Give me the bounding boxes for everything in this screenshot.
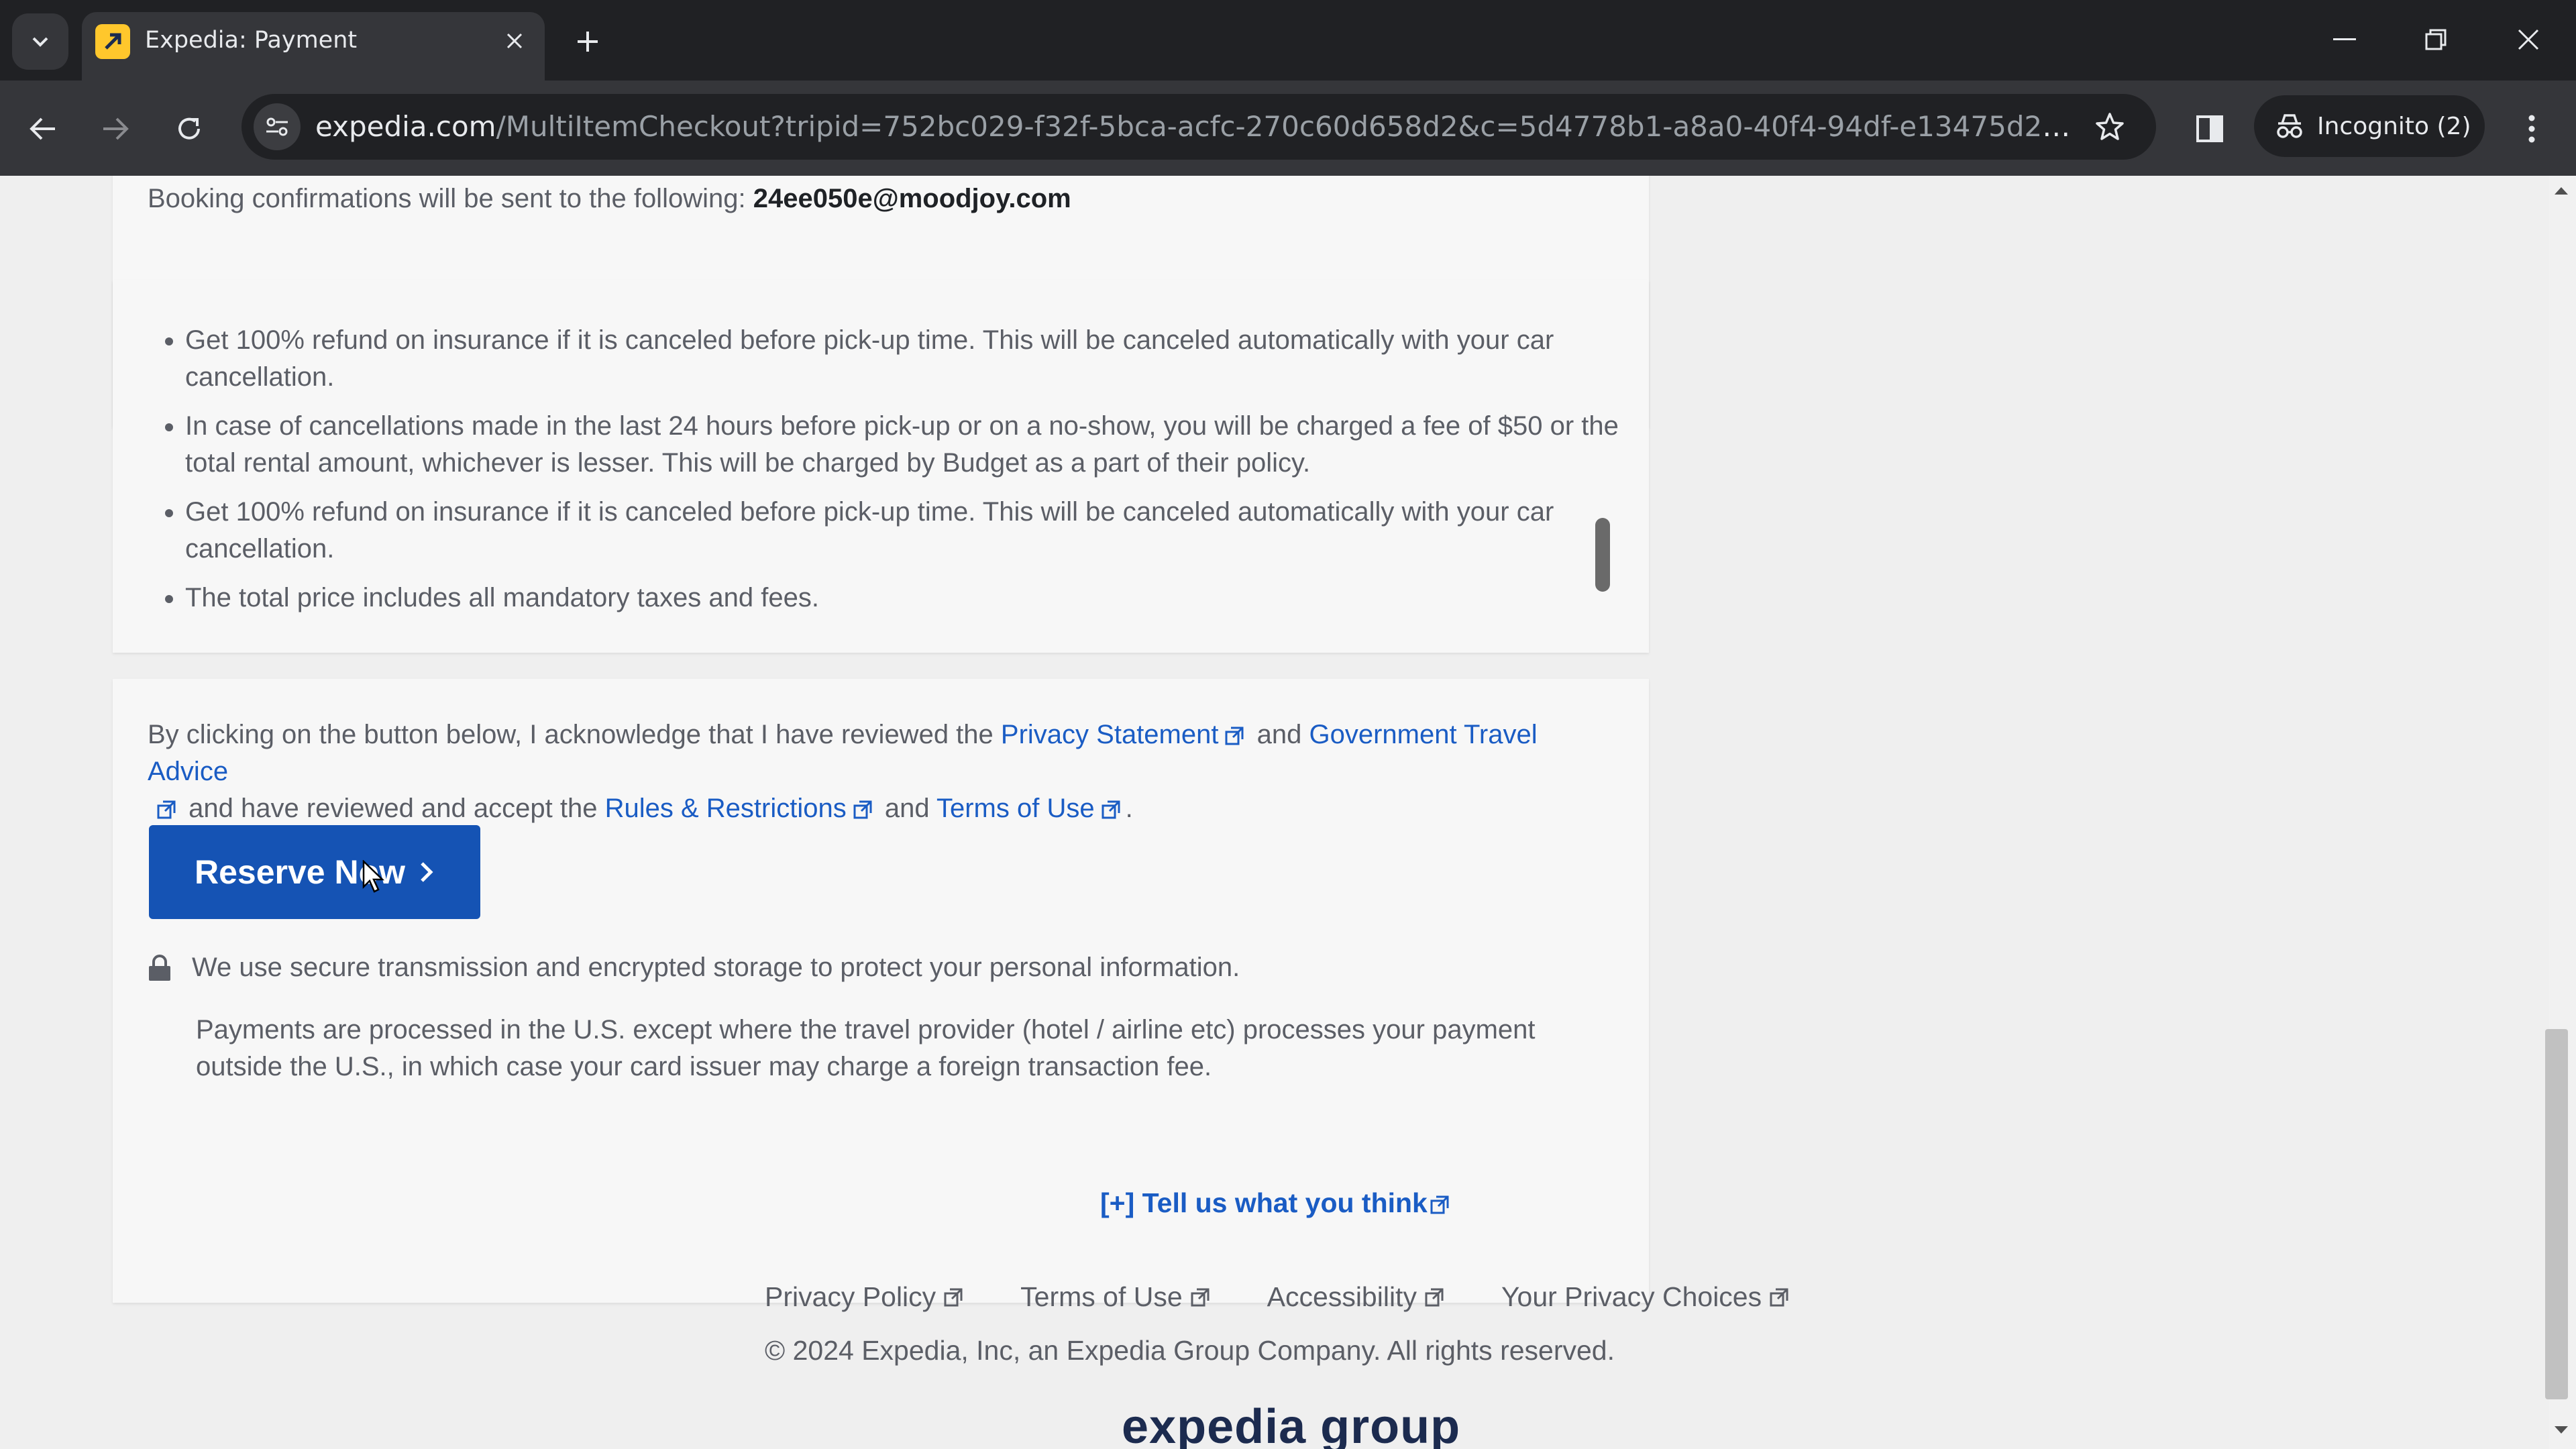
policy-item: The total price includes all mandatory t…	[185, 580, 1627, 616]
external-link-icon	[157, 800, 176, 819]
external-link-icon	[1225, 727, 1244, 745]
external-link-icon	[1102, 800, 1120, 819]
incognito-icon	[2277, 114, 2302, 138]
footer-link-label: Terms of Use	[1020, 1281, 1183, 1312]
terms-of-use-link[interactable]: Terms of Use	[936, 794, 1095, 823]
lock-icon	[149, 954, 170, 981]
bookmark-star-icon[interactable]	[2086, 103, 2133, 150]
site-settings-icon[interactable]	[254, 103, 301, 150]
footer-privacy-policy-link[interactable]: Privacy Policy	[765, 1281, 963, 1313]
footer-privacy-choices-link[interactable]: Your Privacy Choices	[1501, 1281, 1788, 1313]
privacy-statement-link[interactable]: Privacy Statement	[1001, 720, 1219, 749]
incognito-label: Incognito (2)	[2317, 112, 2471, 140]
expedia-group-logo: expedia group	[1122, 1400, 1461, 1449]
tab-search-button[interactable]	[12, 13, 68, 70]
expedia-favicon-icon	[95, 24, 130, 59]
external-link-icon	[944, 1288, 963, 1306]
new-tab-plus-icon[interactable]	[569, 23, 606, 60]
reload-icon[interactable]	[165, 105, 213, 153]
footer-links: Privacy Policy Terms of Use Accessibilit…	[765, 1281, 1788, 1313]
tab-close-icon[interactable]	[499, 25, 530, 56]
secure-text: We use secure transmission and encrypted…	[192, 953, 1240, 982]
footer-link-label: Accessibility	[1267, 1281, 1417, 1312]
external-link-icon	[1191, 1288, 1210, 1306]
scroll-up-arrow-icon[interactable]	[2553, 185, 2569, 196]
incognito-profile-button[interactable]: Incognito (2)	[2254, 95, 2485, 157]
rules-restrictions-link[interactable]: Rules & Restrictions	[605, 794, 847, 823]
tab-title: Expedia: Payment	[145, 27, 358, 54]
footer-link-label: Privacy Policy	[765, 1281, 936, 1312]
policy-scrollbar-thumb[interactable]	[1595, 518, 1610, 592]
back-arrow-icon[interactable]	[19, 105, 67, 153]
chevron-right-icon	[421, 862, 433, 882]
copyright-text: © 2024 Expedia, Inc, an Expedia Group Co…	[765, 1335, 1615, 1366]
footer-accessibility-link[interactable]: Accessibility	[1267, 1281, 1444, 1313]
external-link-icon	[1770, 1288, 1788, 1306]
legal-acknowledgement: By clicking on the button below, I ackno…	[148, 716, 1610, 827]
legal-prefix: By clicking on the button below, I ackno…	[148, 720, 994, 749]
close-window-icon[interactable]	[2505, 16, 2552, 63]
side-panel-icon[interactable]	[2186, 105, 2234, 153]
legal-middle: and have reviewed and accept the	[189, 794, 598, 823]
reserve-now-button[interactable]: Reserve Now	[149, 825, 480, 919]
booking-confirmation-text: Booking confirmations will be sent to th…	[148, 184, 1071, 214]
legal-end: .	[1125, 794, 1133, 823]
footer-terms-of-use-link[interactable]: Terms of Use	[1020, 1281, 1210, 1313]
url-text[interactable]: expedia.com/MultiItemCheckout?tripid=752…	[315, 110, 2073, 143]
external-link-icon	[1425, 1288, 1444, 1306]
url-host: expedia.com	[315, 110, 496, 143]
feedback-link[interactable]: [+] Tell us what you think	[1100, 1187, 1454, 1219]
external-link-icon	[853, 800, 872, 819]
chevron-down-icon	[32, 37, 48, 47]
policy-item: Get 100% refund on insurance if it is ca…	[185, 494, 1627, 568]
page-content: Booking confirmations will be sent to th…	[0, 176, 2549, 1449]
page-scrollbar-thumb[interactable]	[2545, 1029, 2568, 1399]
confirmation-email: 24ee050e@moodjoy.com	[753, 184, 1071, 213]
confirmation-label: Booking confirmations will be sent to th…	[148, 184, 746, 213]
forward-arrow-icon[interactable]	[91, 105, 140, 153]
policy-list: Get 100% refund on insurance if it is ca…	[148, 322, 1627, 629]
policy-item: In case of cancellations made in the las…	[185, 408, 1627, 482]
feedback-label: [+] Tell us what you think	[1100, 1187, 1428, 1218]
scroll-down-arrow-icon[interactable]	[2553, 1425, 2569, 1436]
footer-link-label: Your Privacy Choices	[1501, 1281, 1762, 1312]
payments-notice: Payments are processed in the U.S. excep…	[196, 1015, 1536, 1081]
url-path: /MultiItemCheckout?tripid=752bc029-f32f-…	[496, 110, 2073, 143]
policy-item: Get 100% refund on insurance if it is ca…	[185, 322, 1627, 396]
restore-window-icon[interactable]	[2412, 16, 2459, 63]
legal-and-2: and	[884, 794, 930, 823]
mouse-cursor-icon	[362, 860, 385, 893]
minimize-icon[interactable]	[2321, 16, 2368, 63]
external-link-icon	[1430, 1195, 1449, 1214]
secure-notice: We use secure transmission and encrypted…	[148, 953, 1240, 983]
browser-menu-icon[interactable]	[2508, 105, 2556, 153]
legal-and-1: and	[1256, 720, 1302, 749]
